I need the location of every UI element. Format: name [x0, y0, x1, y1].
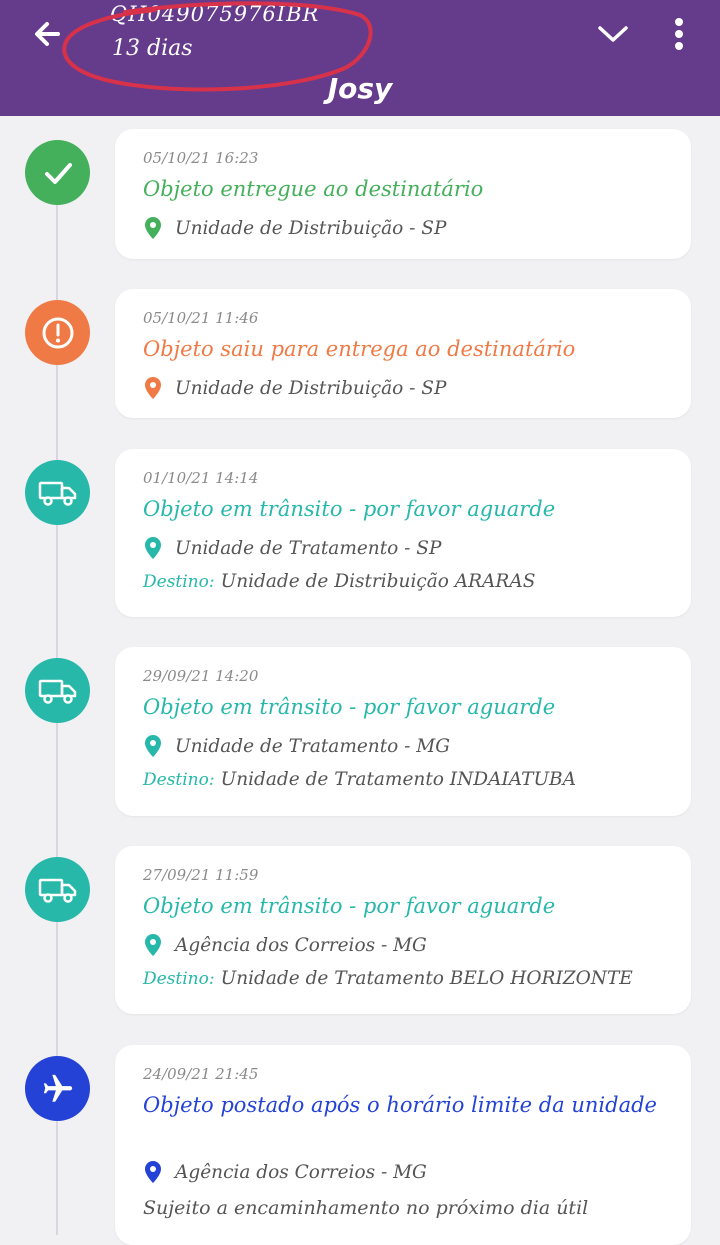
location-pin-icon [145, 537, 161, 559]
event-card[interactable]: 27/09/21 11:59 Objeto em trânsito - por … [115, 846, 691, 1014]
more-vertical-icon[interactable] [664, 14, 694, 54]
event-destination-row: Destino: Unidade de Distribuição ARARAS [143, 571, 535, 592]
event-destination-row: Destino: Unidade de Tratamento INDAIATUBA [143, 769, 576, 790]
chevron-down-icon[interactable] [593, 18, 633, 50]
event-title: Objeto saiu para entrega ao destinatário [143, 337, 576, 361]
event-location: Unidade de Distribuição - SP [175, 377, 447, 399]
event-card[interactable]: 01/10/21 14:14 Objeto em trânsito - por … [115, 449, 691, 617]
status-dot-in-transit [25, 857, 90, 922]
location-pin-icon [145, 1161, 161, 1183]
event-location: Unidade de Tratamento - SP [175, 537, 442, 559]
location-pin-icon [145, 735, 161, 757]
event-title: Objeto em trânsito - por favor aguarde [143, 695, 556, 719]
location-pin-icon [145, 377, 161, 399]
event-location: Agência dos Correios - MG [175, 934, 427, 956]
status-dot-in-transit [25, 658, 90, 723]
status-dot-out-for-delivery [25, 300, 90, 365]
truck-icon [38, 481, 76, 506]
app-header: QH049075976IBR 13 dias Josy [0, 0, 720, 116]
destination-value: Unidade de Tratamento INDAIATUBA [220, 769, 577, 790]
event-card[interactable]: 05/10/21 16:23 Objeto entregue ao destin… [115, 129, 691, 259]
event-title: Objeto postado após o horário limite da … [143, 1093, 657, 1117]
check-icon [44, 162, 72, 184]
event-note: Sujeito a encaminhamento no próximo dia … [143, 1197, 589, 1219]
truck-icon [38, 878, 76, 903]
event-location-row: Unidade de Distribuição - SP [145, 215, 446, 241]
event-location-row: Agência dos Correios - MG [145, 932, 427, 958]
package-name: Josy [327, 72, 393, 105]
event-card[interactable]: 24/09/21 21:45 Objeto postado após o hor… [115, 1045, 691, 1245]
destination-label: Destino: [143, 572, 215, 592]
event-location: Unidade de Distribuição - SP [175, 217, 447, 239]
event-title: Objeto em trânsito - por favor aguarde [143, 894, 556, 918]
airplane-icon [43, 1074, 72, 1102]
event-destination-row: Destino: Unidade de Tratamento BELO HORIZ… [143, 968, 633, 989]
destination-label: Destino: [143, 969, 215, 989]
event-card[interactable]: 29/09/21 14:20 Objeto em trânsito - por … [115, 647, 691, 816]
destination-value: Unidade de Distribuição ARARAS [220, 571, 536, 592]
alert-icon [42, 317, 73, 348]
event-location-row: Agência dos Correios - MG [145, 1159, 427, 1185]
event-date: 05/10/21 11:46 [143, 309, 259, 327]
location-pin-icon [145, 934, 161, 956]
event-location-row: Unidade de Tratamento - SP [145, 535, 441, 561]
event-date: 05/10/21 16:23 [143, 149, 259, 167]
truck-icon [38, 679, 76, 704]
event-location: Unidade de Tratamento - MG [175, 735, 451, 757]
status-dot-posted [25, 1056, 90, 1121]
event-title: Objeto entregue ao destinatário [143, 177, 484, 201]
event-card[interactable]: 05/10/21 11:46 Objeto saiu para entrega … [115, 289, 691, 418]
event-title: Objeto em trânsito - por favor aguarde [143, 497, 556, 521]
status-dot-in-transit [25, 460, 90, 525]
event-location: Agência dos Correios - MG [175, 1161, 427, 1183]
destination-label: Destino: [143, 770, 215, 790]
event-location-row: Unidade de Distribuição - SP [145, 375, 446, 401]
status-dot-delivered [25, 140, 90, 205]
location-pin-icon [145, 217, 161, 239]
event-location-row: Unidade de Tratamento - MG [145, 733, 450, 759]
destination-value: Unidade de Tratamento BELO HORIZONTE [220, 968, 633, 989]
event-date: 27/09/21 11:59 [143, 866, 259, 884]
event-date: 01/10/21 14:14 [143, 469, 259, 487]
event-date: 29/09/21 14:20 [143, 667, 259, 685]
event-date: 24/09/21 21:45 [143, 1065, 259, 1083]
